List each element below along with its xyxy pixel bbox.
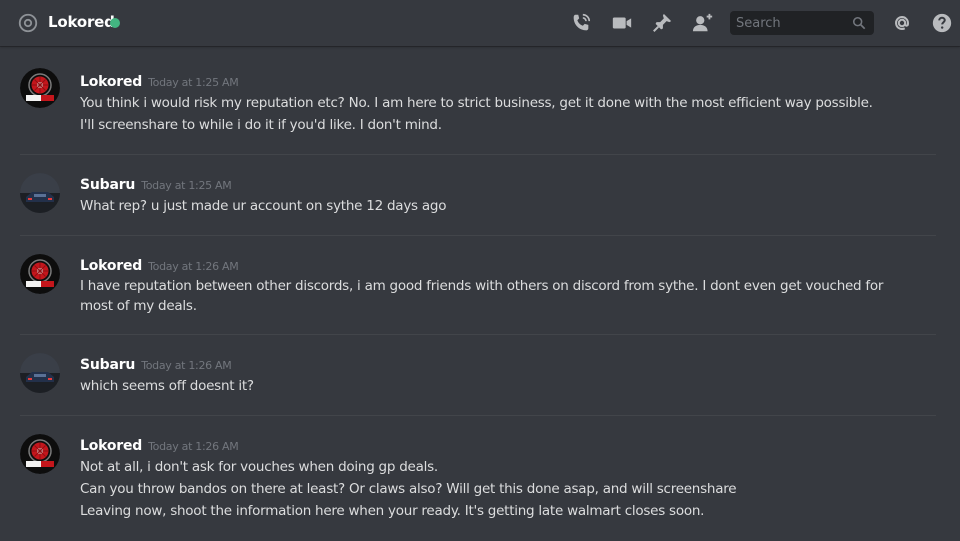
mention-icon[interactable]: [891, 12, 913, 34]
search-icon: [852, 16, 866, 30]
message-text: which seems off doesnt it?: [80, 378, 254, 394]
channel-name: Lokored: [48, 13, 115, 31]
lokored-avatar-image: [20, 254, 60, 294]
at-icon: [18, 13, 38, 33]
message-header: Lokored Today at 1:26 AM: [80, 255, 239, 274]
message-header: Lokored Today at 1:25 AM: [80, 71, 239, 90]
message-text: I'll screenshare to while i do it if you…: [80, 117, 442, 133]
search-box[interactable]: [730, 11, 874, 35]
video-icon[interactable]: [611, 12, 633, 34]
avatar[interactable]: [20, 173, 60, 213]
message-list: Lokored Today at 1:25 AM You think i woul…: [0, 46, 960, 541]
message-header: Subaru Today at 1:25 AM: [80, 174, 232, 193]
message-header: Subaru Today at 1:26 AM: [80, 354, 232, 373]
lokored-avatar-image: [20, 434, 60, 474]
message-divider: [20, 334, 936, 335]
message-divider: [20, 154, 936, 155]
username[interactable]: Subaru: [80, 177, 135, 193]
message-header: Lokored Today at 1:26 AM: [80, 435, 239, 454]
username[interactable]: Lokored: [80, 74, 142, 90]
message-divider: [20, 415, 936, 416]
pin-icon[interactable]: [651, 12, 673, 34]
timestamp: Today at 1:26 AM: [141, 359, 232, 372]
call-icon[interactable]: [570, 12, 592, 34]
message-text: Not at all, i don't ask for vouches when…: [80, 459, 438, 475]
help-icon[interactable]: [931, 12, 953, 34]
message-divider: [20, 235, 936, 236]
search-input[interactable]: [730, 11, 848, 35]
username[interactable]: Lokored: [80, 438, 142, 454]
message-text: What rep? u just made ur account on syth…: [80, 198, 447, 214]
lokored-avatar-image: [20, 68, 60, 108]
subaru-avatar-image: [20, 353, 60, 393]
timestamp: Today at 1:26 AM: [148, 440, 239, 453]
timestamp: Today at 1:26 AM: [148, 260, 239, 273]
message-text: You think i would risk my reputation etc…: [80, 95, 873, 111]
username[interactable]: Subaru: [80, 357, 135, 373]
avatar[interactable]: [20, 254, 60, 294]
avatar[interactable]: [20, 353, 60, 393]
message-text: Leaving now, shoot the information here …: [80, 503, 705, 519]
online-status-indicator: [110, 18, 120, 28]
add-friend-icon[interactable]: [692, 12, 714, 34]
message-text: Can you throw bandos on there at least? …: [80, 481, 737, 497]
timestamp: Today at 1:25 AM: [141, 179, 232, 192]
avatar[interactable]: [20, 68, 60, 108]
channel-header: Lokored: [0, 0, 960, 46]
timestamp: Today at 1:25 AM: [148, 76, 239, 89]
subaru-avatar-image: [20, 173, 60, 213]
message-text: I have reputation between other discords…: [80, 278, 884, 314]
username[interactable]: Lokored: [80, 258, 142, 274]
avatar[interactable]: [20, 434, 60, 474]
